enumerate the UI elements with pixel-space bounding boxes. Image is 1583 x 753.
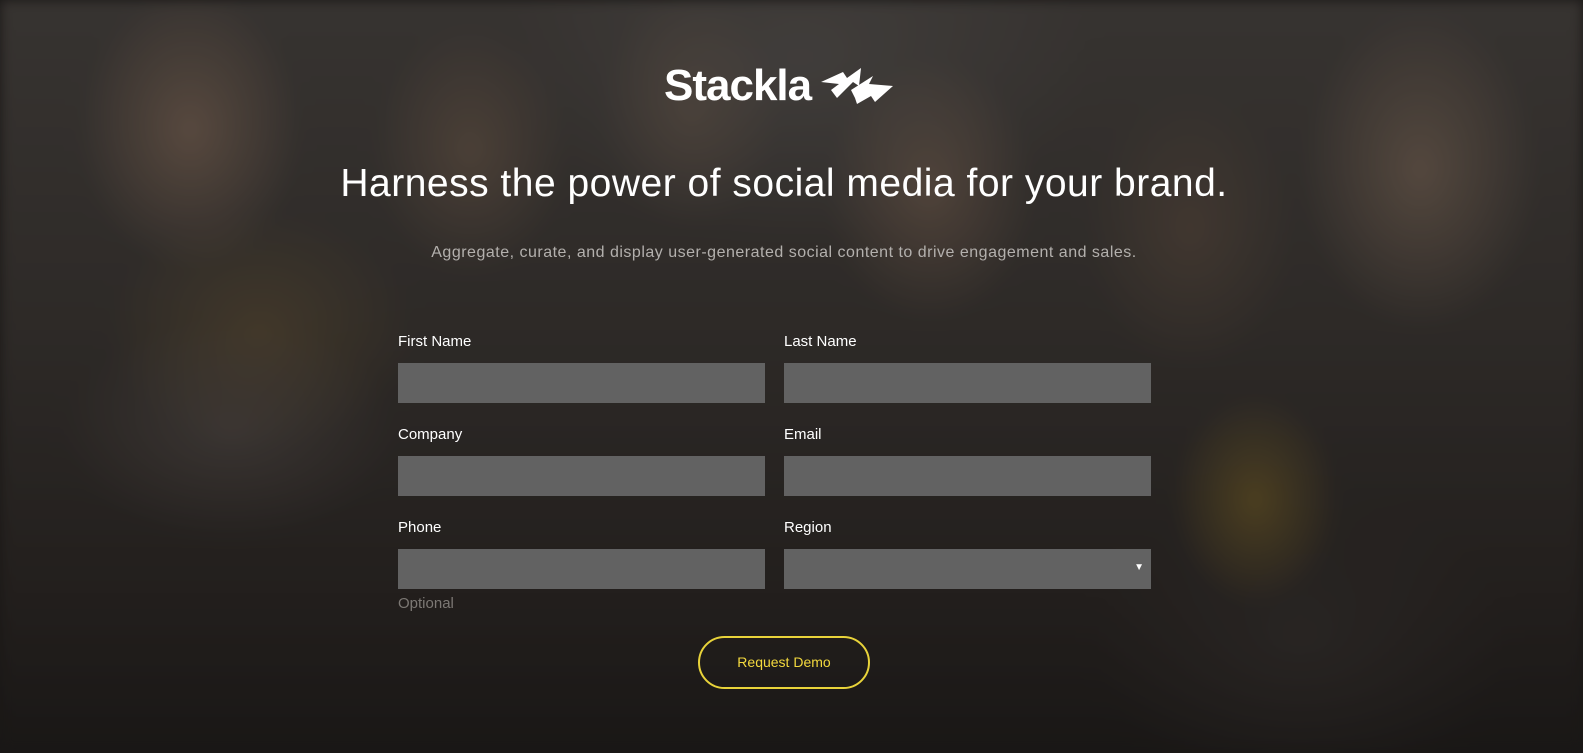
phone-label: Phone [398,519,442,536]
demo-request-page: Stackla Harness the power of social medi… [0,0,1583,753]
region-group: Region ▼ [784,519,1151,589]
last-name-group: Last Name [784,333,1151,403]
first-name-group: First Name [398,333,765,403]
region-label: Region [784,519,832,536]
email-label: Email [784,426,822,443]
logo-wordmark: Stackla [664,61,812,110]
email-input[interactable] [784,456,1151,496]
first-name-input[interactable] [398,363,765,403]
request-demo-button[interactable]: Request Demo [698,636,870,689]
last-name-input[interactable] [784,363,1151,403]
company-label: Company [398,426,463,443]
phone-input[interactable] [398,549,765,589]
dropdown-caret-icon: ▼ [1134,562,1144,573]
phone-group: Phone Optional [398,519,765,612]
last-name-label: Last Name [784,333,857,350]
stackla-arrows-icon [821,68,894,104]
company-group: Company [398,426,765,496]
page-subheadline: Aggregate, curate, and display user-gene… [431,244,1137,261]
phone-optional-hint: Optional [398,595,454,612]
page-headline: Harness the power of social media for yo… [340,162,1228,205]
region-select[interactable]: ▼ [784,549,1151,589]
email-group: Email [784,426,1151,496]
stackla-logo: Stackla [664,62,897,110]
first-name-label: First Name [398,333,472,350]
company-input[interactable] [398,456,765,496]
